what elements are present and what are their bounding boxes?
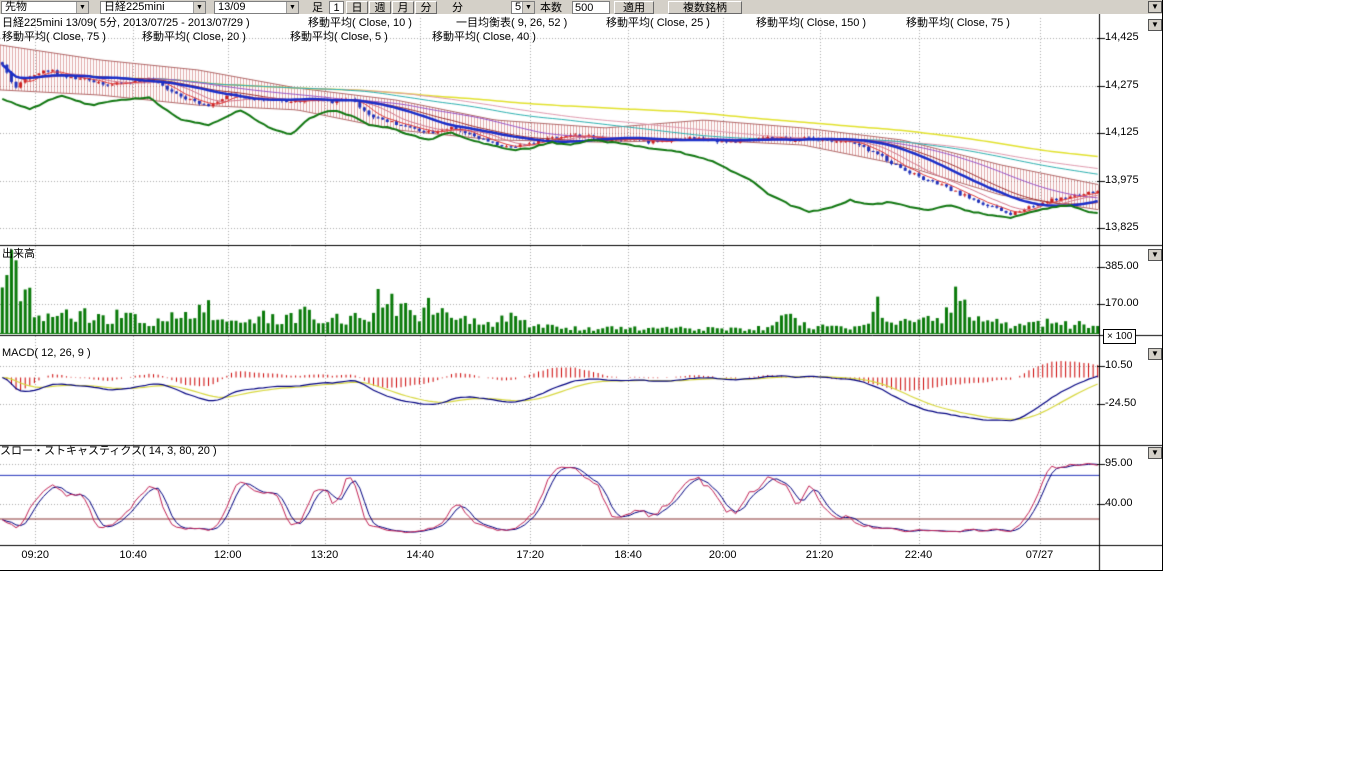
legend-ma20: 移動平均( Close, 20 ) [142,31,246,44]
chart-application-window: 先物 ▼ 日経225mini ▼ 13/09 ▼ 足 1 日 週 月 分 分 5… [0,0,1366,768]
price-tick-label: 13,975 [1105,174,1139,186]
time-axis-label: 12:00 [206,549,250,561]
legend-ma40: 移動平均( Close, 40 ) [432,31,536,44]
chevron-down-icon: ▼ [76,2,88,13]
toolbar-dropdown-arrow-icon[interactable]: ▼ [1148,1,1162,13]
price-tick-label: 14,275 [1105,79,1139,91]
chevron-down-icon: ▼ [522,2,534,13]
legend-ma5: 移動平均( Close, 5 ) [290,31,388,44]
legend-ma75b: 移動平均( Close, 75 ) [2,31,106,44]
time-axis-label: 20:00 [701,549,745,561]
price-tick-label: 13,825 [1105,221,1139,233]
volume-panel-menu-arrow-icon[interactable]: ▼ [1148,249,1162,261]
bar-unit-input[interactable]: 1 [329,1,344,14]
chart-canvas[interactable] [0,14,1163,571]
stoch-tick-label: 40.00 [1105,497,1133,509]
volume-panel-title: 出来高 [2,248,35,260]
macd-panel-title: MACD( 12, 26, 9 ) [2,347,91,359]
price-tick-label: 14,125 [1105,126,1139,138]
instrument-category-value: 先物 [5,2,27,13]
stoch-panel-menu-arrow-icon[interactable]: ▼ [1148,447,1162,459]
legend-ma25: 移動平均( Close, 25 ) [606,17,710,30]
period-week-button[interactable]: 週 [369,1,391,14]
macd-tick-label: -24.50 [1105,397,1136,409]
legend-symbol: 日経225mini 13/09( 5分, 2013/07/25 - 2013/0… [2,17,250,30]
minute-interval-value: 5 [515,2,521,13]
bar-count-label: 本数 [540,2,562,14]
time-axis-label: 18:40 [606,549,650,561]
legend-ichimoku: 一目均衡表( 9, 26, 52 ) [456,17,567,30]
time-axis-label: 22:40 [897,549,941,561]
time-axis-label: 14:40 [398,549,442,561]
minute-label: 分 [452,2,463,14]
volume-tick-label: 385.00 [1105,260,1139,272]
period-minute-button[interactable]: 分 [415,1,437,14]
volume-unit-badge: × 100 [1103,329,1136,344]
price-tick-label: 14,425 [1105,31,1139,43]
macd-tick-label: 10.50 [1105,359,1133,371]
bar-count-input[interactable] [572,1,610,14]
symbol-select[interactable]: 日経225mini ▼ [100,1,206,14]
chevron-down-icon: ▼ [286,2,298,13]
bar-type-label: 足 [312,2,323,14]
instrument-category-select[interactable]: 先物 ▼ [1,1,89,14]
legend-ma75: 移動平均( Close, 75 ) [906,17,1010,30]
window-right-border [1162,0,1163,571]
macd-panel-menu-arrow-icon[interactable]: ▼ [1148,348,1162,360]
period-month-button[interactable]: 月 [392,1,414,14]
time-axis-label: 17:20 [508,549,552,561]
apply-button[interactable]: 適用 [614,1,654,14]
chevron-down-icon: ▼ [193,2,205,13]
time-axis-label: 07/27 [1018,549,1062,561]
time-axis-label: 09:20 [13,549,57,561]
legend-ma10: 移動平均( Close, 10 ) [308,17,412,30]
multi-symbol-button[interactable]: 複数銘柄 [668,1,742,14]
contract-month-select[interactable]: 13/09 ▼ [214,1,299,14]
window-bottom-border [0,570,1163,571]
period-day-button[interactable]: 日 [346,1,368,14]
legend-ma150: 移動平均( Close, 150 ) [756,17,866,30]
minute-interval-select[interactable]: 5 ▼ [511,1,535,14]
price-panel-menu-arrow-icon[interactable]: ▼ [1148,19,1162,31]
time-axis-label: 21:20 [798,549,842,561]
time-axis-label: 10:40 [111,549,155,561]
stoch-tick-label: 95.00 [1105,457,1133,469]
stoch-panel-title: スロー・ストキャスティクス( 14, 3, 80, 20 ) [0,445,217,457]
symbol-value: 日経225mini [104,2,165,13]
time-axis-label: 13:20 [303,549,347,561]
contract-month-value: 13/09 [218,2,246,13]
volume-tick-label: 170.00 [1105,297,1139,309]
